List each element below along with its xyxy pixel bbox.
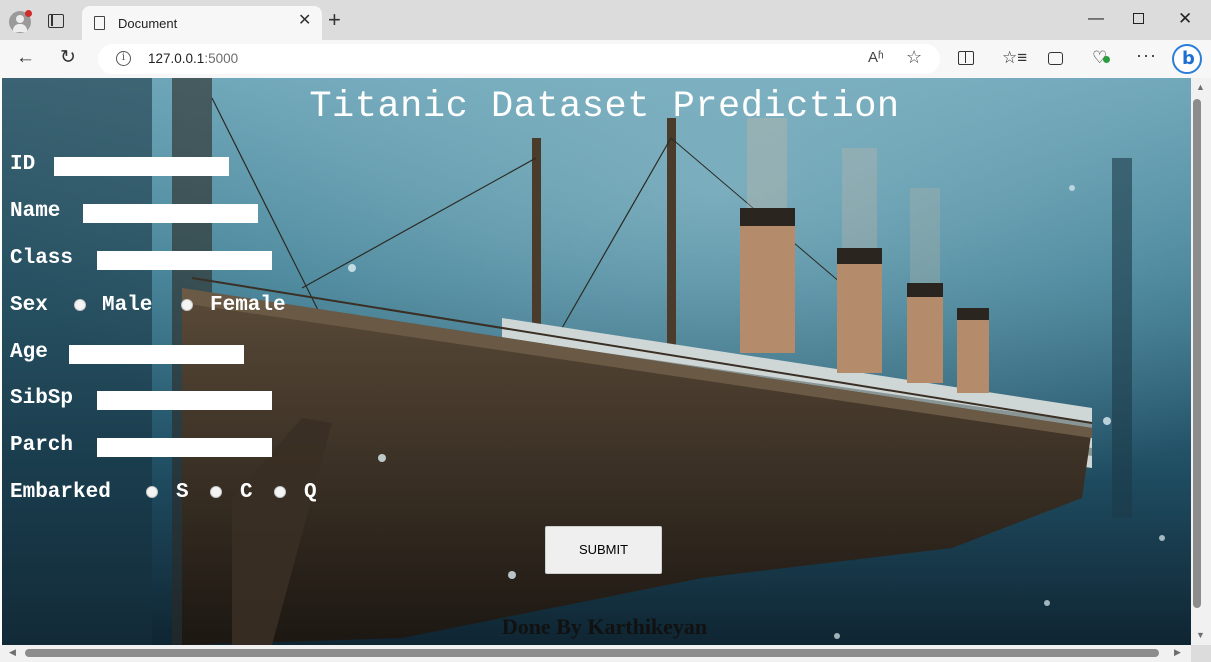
status-dot [1103, 56, 1110, 63]
horizontal-scrollbar[interactable]: ◀ ▶ [0, 645, 1191, 662]
vertical-scroll-thumb[interactable] [1193, 99, 1201, 608]
name-label: Name [10, 200, 61, 223]
scroll-down-icon[interactable]: ▼ [1196, 630, 1205, 640]
favorites-icon[interactable]: ☆≡ [1002, 48, 1027, 68]
window-close-icon[interactable]: ✕ [1178, 9, 1192, 29]
plus-icon[interactable]: + [328, 9, 341, 31]
url-port: :5000 [204, 51, 239, 66]
sex-female-radio[interactable] [181, 299, 193, 311]
sibsp-input[interactable] [97, 391, 272, 410]
age-input[interactable] [69, 345, 244, 364]
footer-credit: Done By Karthikeyan [501, 614, 708, 639]
page-title: Titanic Dataset Prediction [309, 86, 900, 128]
embarked-label: Embarked [10, 481, 111, 504]
sex-female-label: Female [210, 294, 286, 317]
name-input[interactable] [83, 204, 258, 223]
arrow-left-icon[interactable]: ← [16, 47, 35, 69]
url-host: 127.0.0.1 [148, 51, 205, 66]
profile-notification-dot [25, 10, 32, 17]
star-icon[interactable]: ☆ [906, 47, 922, 68]
maximize-icon[interactable] [1133, 13, 1144, 24]
tab-actions-icon[interactable] [48, 14, 64, 28]
class-label: Class [10, 247, 74, 270]
tab-document[interactable]: Document ✕ [82, 6, 322, 40]
scroll-up-icon[interactable]: ▲ [1196, 82, 1205, 92]
vertical-scrollbar[interactable]: ▲ ▼ [1191, 78, 1211, 645]
parch-label: Parch [10, 434, 74, 457]
embarked-c-radio[interactable] [210, 486, 222, 498]
id-label: ID [10, 153, 36, 176]
more-icon[interactable]: ··· [1136, 45, 1157, 65]
split-screen-icon[interactable] [958, 51, 974, 65]
sex-label: Sex [10, 294, 48, 317]
tab-title: Document [118, 16, 178, 31]
copilot-icon[interactable]: b [1172, 44, 1202, 74]
sibsp-label: SibSp [10, 387, 74, 410]
navigation-toolbar: ← ↻ i 127.0.0.1:5000 Aʱ ☆ ☆≡ ♡ ··· [0, 40, 1211, 78]
embarked-q-radio[interactable] [274, 486, 286, 498]
page-icon [94, 16, 105, 30]
collections-icon[interactable] [1048, 52, 1063, 65]
copilot-glyph: b [1182, 48, 1195, 69]
minimize-icon[interactable]: — [1088, 9, 1104, 29]
submit-button[interactable]: SUBMIT [545, 526, 662, 574]
embarked-s-label: S [176, 481, 189, 504]
scroll-left-icon[interactable]: ◀ [9, 647, 16, 658]
tab-strip: Document ✕ + — ✕ [0, 0, 1211, 40]
url-text: 127.0.0.1:5000 [148, 51, 238, 66]
embarked-s-radio[interactable] [146, 486, 158, 498]
age-label: Age [10, 341, 48, 364]
id-input[interactable] [54, 157, 229, 176]
horizontal-scroll-thumb[interactable] [25, 649, 1159, 657]
address-bar[interactable]: i 127.0.0.1:5000 Aʱ ☆ [98, 44, 940, 74]
scrollbar-corner [1191, 645, 1211, 662]
class-input[interactable] [97, 251, 272, 270]
info-icon[interactable]: i [116, 51, 131, 66]
sex-male-radio[interactable] [74, 299, 86, 311]
scroll-right-icon[interactable]: ▶ [1174, 647, 1181, 658]
embarked-c-label: C [240, 481, 253, 504]
parch-input[interactable] [97, 438, 272, 457]
read-aloud-icon[interactable]: Aʱ [868, 49, 884, 66]
page-viewport: Titanic Dataset Prediction ID Name Class… [2, 78, 1191, 645]
reload-icon[interactable]: ↻ [60, 47, 76, 69]
embarked-q-label: Q [304, 481, 317, 504]
sex-male-label: Male [102, 294, 153, 317]
close-icon[interactable]: ✕ [298, 13, 311, 29]
